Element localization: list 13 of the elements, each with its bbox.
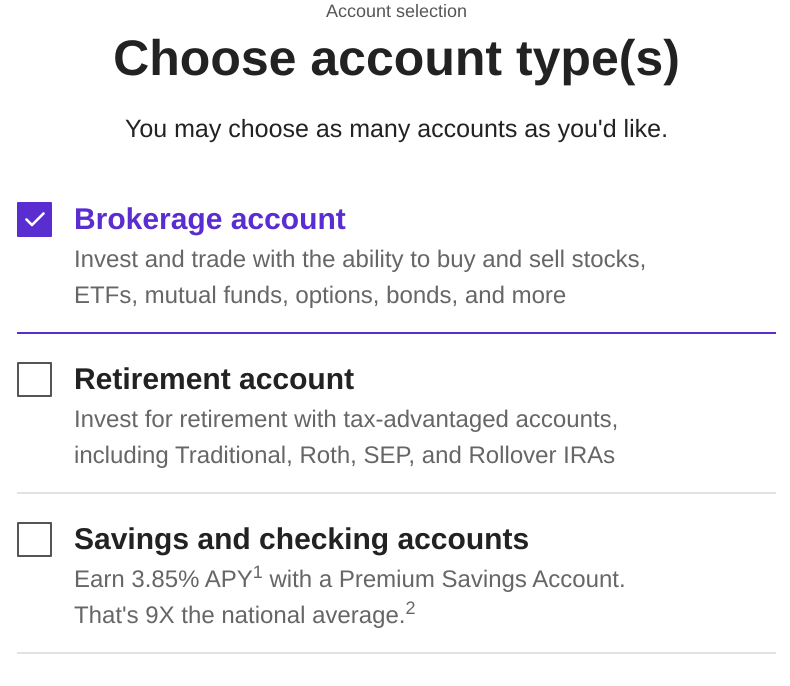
option-title: Brokerage account — [74, 202, 347, 237]
option-description: Earn 3.85% APY$^{1}$ with a Premium Savings Account. That's 9X the national average.$^{2}$ — [74, 562, 627, 631]
page-title: Choose account type(s) — [113, 29, 680, 88]
checkbox[interactable] — [17, 202, 52, 237]
checkbox[interactable] — [17, 522, 52, 557]
option-title: Retirement account — [74, 362, 356, 397]
checkbox[interactable] — [17, 362, 52, 397]
section-label: Account selection — [326, 0, 468, 22]
option-description: Invest for retirement with tax-advantaged accounts, including Traditional, Roth, SEP, and Rollover IRAs — [74, 405, 620, 471]
option-title: Savings and checking accounts — [74, 522, 530, 557]
checkmark-icon — [24, 212, 44, 227]
option-description: Invest and trade with the ability to buy and sell stocks, ETFs, mutual funds, options, bonds, and more — [74, 245, 648, 311]
page-subtitle: You may choose as many accounts as you'd like. — [124, 115, 668, 143]
